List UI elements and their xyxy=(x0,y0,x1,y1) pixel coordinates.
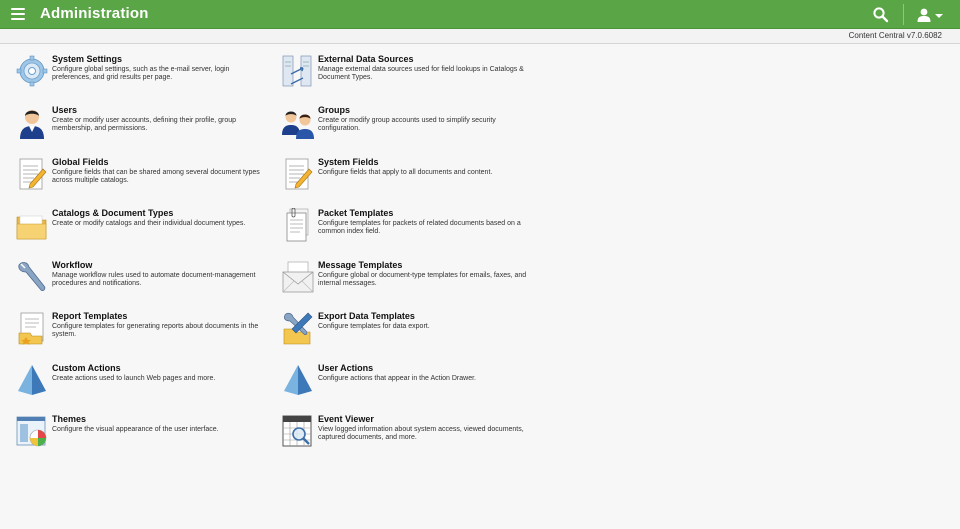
user-account-icon[interactable] xyxy=(916,6,946,24)
group-icon xyxy=(282,105,314,139)
admin-item-catalogs[interactable]: Catalogs & Document Types Create or modi… xyxy=(16,208,276,252)
item-desc: Configure fields that apply to all docum… xyxy=(318,169,493,176)
top-bar: Administration xyxy=(0,0,960,29)
theme-icon xyxy=(16,414,48,448)
item-desc: Create actions used to launch Web pages … xyxy=(52,375,216,382)
wrench-icon xyxy=(16,260,48,294)
item-desc: View logged information about system acc… xyxy=(318,426,524,442)
pyramid-icon xyxy=(16,363,48,397)
version-bar: Content Central v7.0.6082 xyxy=(0,29,960,44)
hamburger-menu-icon[interactable] xyxy=(11,8,25,20)
item-name: Export Data Templates xyxy=(318,311,415,321)
packet-icon xyxy=(282,208,314,242)
item-desc: Configure global settings, such as the e… xyxy=(52,66,230,82)
admin-item-external-data-sources[interactable]: External Data Sources Manage external da… xyxy=(282,54,542,98)
item-name: External Data Sources xyxy=(318,54,414,64)
item-name: Themes xyxy=(52,414,87,424)
admin-item-event-viewer[interactable]: Event Viewer View logged information abo… xyxy=(282,414,542,458)
item-name: Catalogs & Document Types xyxy=(52,208,174,218)
event-viewer-icon xyxy=(282,414,314,448)
admin-item-report-templates[interactable]: Report Templates Configure templates for… xyxy=(16,311,276,355)
item-name: Report Templates xyxy=(52,311,128,321)
pyramid-icon xyxy=(282,363,314,397)
item-desc: Configure templates for generating repor… xyxy=(52,323,259,339)
item-desc: Manage external data sources used for fi… xyxy=(318,66,524,82)
admin-item-system-fields[interactable]: System Fields Configure fields that appl… xyxy=(282,157,542,201)
admin-item-packet-templates[interactable]: Packet Templates Configure templates for… xyxy=(282,208,542,252)
admin-item-user-actions[interactable]: User Actions Configure actions that appe… xyxy=(282,363,542,407)
admin-item-themes[interactable]: Themes Configure the visual appearance o… xyxy=(16,414,276,458)
admin-item-users[interactable]: Users Create or modify user accounts, de… xyxy=(16,105,276,149)
item-desc: Create or modify user accounts, defining… xyxy=(52,117,237,133)
item-desc: Manage workflow rules used to automate d… xyxy=(52,272,256,288)
item-name: System Settings xyxy=(52,54,123,64)
item-name: Event Viewer xyxy=(318,414,374,424)
export-tools-icon xyxy=(282,311,314,345)
gear-icon xyxy=(16,54,48,88)
item-name: Packet Templates xyxy=(318,208,394,218)
admin-item-custom-actions[interactable]: Custom Actions Create actions used to la… xyxy=(16,363,276,407)
item-name: User Actions xyxy=(318,363,374,373)
admin-item-export-data-templates[interactable]: Export Data Templates Configure template… xyxy=(282,311,542,355)
item-name: Custom Actions xyxy=(52,363,121,373)
admin-item-message-templates[interactable]: Message Templates Configure global or do… xyxy=(282,260,542,304)
item-desc: Configure actions that appear in the Act… xyxy=(318,375,476,382)
version-label: Content Central v7.0.6082 xyxy=(848,31,942,40)
admin-item-groups[interactable]: Groups Create or modify group accounts u… xyxy=(282,105,542,149)
item-name: Groups xyxy=(318,105,351,115)
item-desc: Create or modify group accounts used to … xyxy=(318,117,496,133)
user-icon xyxy=(16,105,48,139)
item-name: Users xyxy=(52,105,78,115)
item-desc: Create or modify catalogs and their indi… xyxy=(52,220,246,227)
item-desc: Configure templates for packets of relat… xyxy=(318,220,521,236)
page-title: Administration xyxy=(40,5,149,22)
folder-icon xyxy=(16,208,48,242)
item-name: System Fields xyxy=(318,157,379,167)
item-desc: Configure fields that can be shared amon… xyxy=(52,169,260,185)
form-pencil-icon xyxy=(282,157,314,191)
item-name: Global Fields xyxy=(52,157,109,167)
item-desc: Configure templates for data export. xyxy=(318,323,430,330)
item-desc: Configure global or document-type templa… xyxy=(318,272,527,288)
search-icon[interactable] xyxy=(872,6,890,24)
admin-item-global-fields[interactable]: Global Fields Configure fields that can … xyxy=(16,157,276,201)
item-name: Message Templates xyxy=(318,260,403,270)
item-name: Workflow xyxy=(52,260,93,270)
header-divider xyxy=(903,4,904,25)
envelope-icon xyxy=(282,260,314,294)
item-desc: Configure the visual appearance of the u… xyxy=(52,426,219,433)
data-source-icon xyxy=(282,54,314,88)
report-icon xyxy=(16,311,48,345)
admin-item-system-settings[interactable]: System Settings Configure global setting… xyxy=(16,54,276,98)
form-pencil-icon xyxy=(16,157,48,191)
admin-item-workflow[interactable]: Workflow Manage workflow rules used to a… xyxy=(16,260,276,304)
